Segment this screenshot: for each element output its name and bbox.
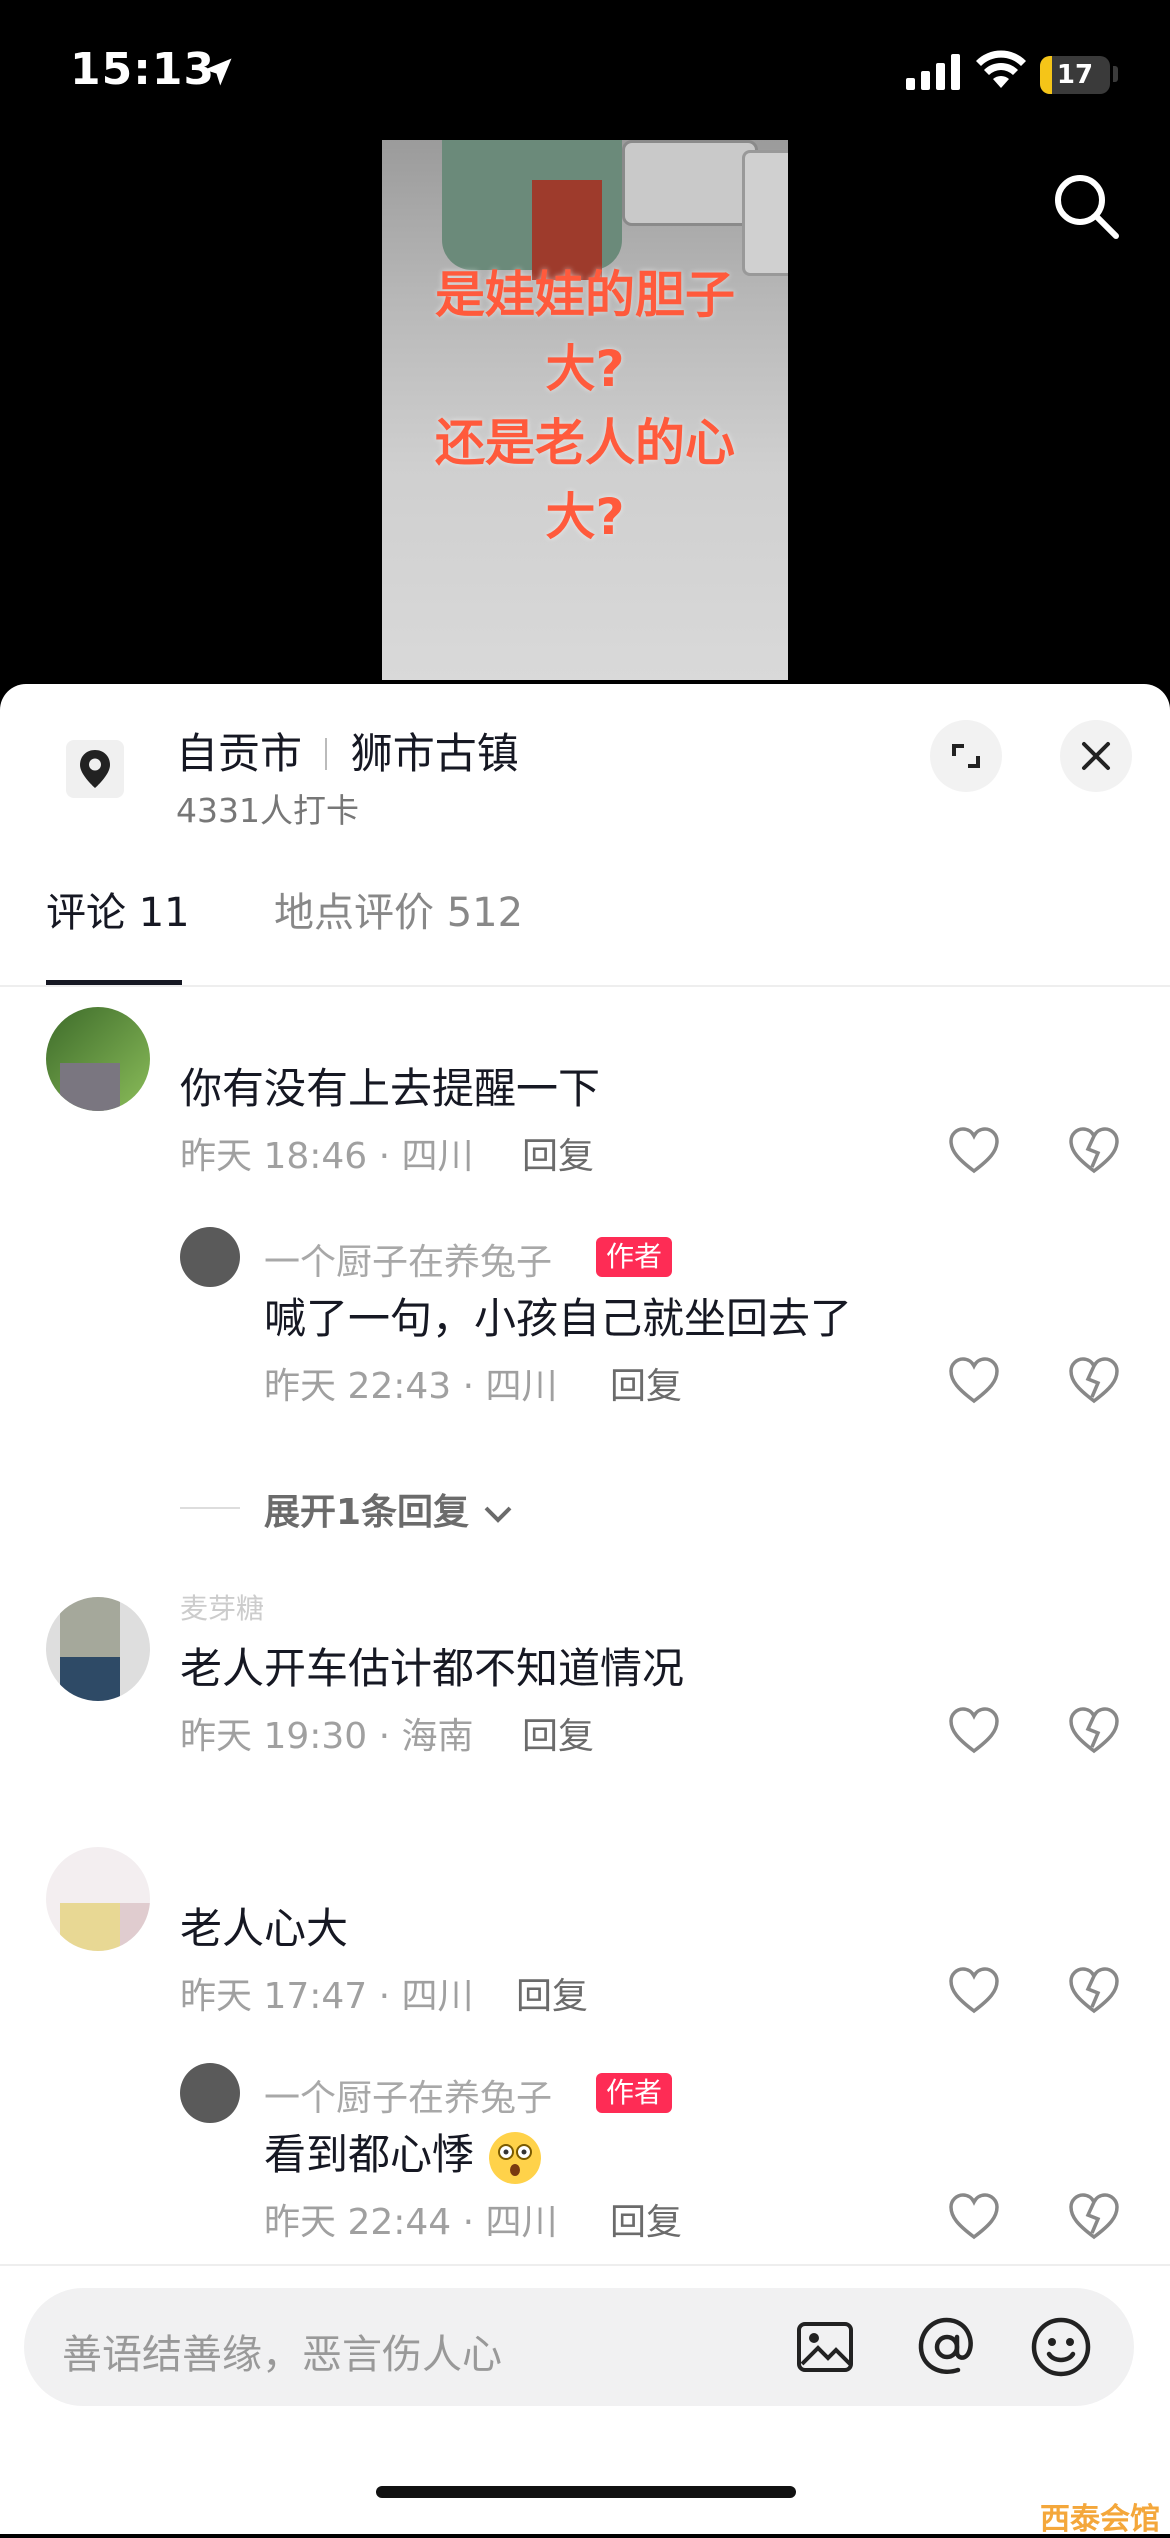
comment-text: 老人心大: [180, 1904, 349, 1953]
comment-list[interactable]: 你有没有上去提醒一下 昨天 18:46 · 四川 回复 一个厨子在养兔子 作者 …: [0, 987, 1170, 2257]
dislike-heart-icon[interactable]: [1068, 1967, 1120, 2015]
location-pin-icon: [66, 740, 124, 798]
reply-author[interactable]: 一个厨子在养兔子: [264, 2069, 552, 2121]
checkin-count: 4331人打卡: [176, 791, 359, 830]
reply-button[interactable]: 回复: [610, 1357, 682, 1409]
author-avatar[interactable]: [180, 2063, 240, 2123]
like-heart-icon[interactable]: [948, 1127, 1000, 1175]
reply-button[interactable]: 回复: [522, 1707, 594, 1759]
status-time: 15:13: [70, 44, 216, 95]
divider: [180, 1507, 240, 1509]
wifi-icon: [976, 50, 1026, 88]
comment-meta: 昨天 19:30 · 海南: [180, 1716, 474, 1757]
status-bar: 15:13 17: [0, 0, 1170, 140]
comment-text: 老人开车估计都不知道情况: [180, 1644, 685, 1693]
reply-button[interactable]: 回复: [516, 1967, 588, 2019]
tab-place-reviews[interactable]: 地点评价 512: [274, 880, 523, 938]
author-badge: 作者: [596, 1237, 673, 1277]
caption-line: 大?: [545, 488, 625, 546]
like-heart-icon[interactable]: [948, 1967, 1000, 2015]
dislike-heart-icon[interactable]: [1068, 1707, 1120, 1755]
comment-username[interactable]: 麦芽糖: [180, 1587, 264, 1627]
comment-meta: 昨天 18:46 · 四川: [180, 1136, 474, 1177]
reply-text: 喊了一句，小孩自己就坐回去了: [264, 1294, 853, 1343]
chevron-down-icon: [484, 1506, 512, 1523]
video-caption: 是娃娃的胆子 大? 还是老人的心 大?: [382, 258, 788, 554]
location-arrow-icon: [204, 58, 232, 86]
place-city: 自贡市: [176, 729, 303, 778]
comment-text: 你有没有上去提醒一下: [180, 1064, 601, 1113]
dislike-heart-icon[interactable]: [1068, 2193, 1120, 2241]
search-icon[interactable]: [1050, 170, 1122, 242]
place-spot: 狮市古镇: [350, 729, 519, 778]
author-badge: 作者: [596, 2073, 673, 2113]
dislike-heart-icon[interactable]: [1068, 1357, 1120, 1405]
caption-line: 还是老人的心: [435, 414, 735, 472]
caption-line: 大?: [545, 340, 625, 398]
expand-replies-button[interactable]: 展开1条回复: [264, 1483, 514, 1535]
avatar[interactable]: [46, 1597, 150, 1701]
image-icon[interactable]: [794, 2316, 856, 2378]
author-avatar[interactable]: [180, 1227, 240, 1287]
reply-meta: 昨天 22:44 · 四川: [264, 2202, 558, 2243]
reply-author[interactable]: 一个厨子在养兔子: [264, 1233, 552, 1285]
dislike-heart-icon[interactable]: [1068, 1127, 1120, 1175]
like-heart-icon[interactable]: [948, 1357, 1000, 1405]
video-thumbnail[interactable]: 是娃娃的胆子 大? 还是老人的心 大?: [382, 140, 788, 680]
reply-meta: 昨天 22:43 · 四川: [264, 1366, 558, 1407]
caption-line: 是娃娃的胆子: [435, 266, 735, 324]
reply-button[interactable]: 回复: [522, 1127, 594, 1179]
tab-comments[interactable]: 评论 11: [46, 880, 190, 938]
background-car: [622, 140, 758, 226]
close-button[interactable]: [1060, 720, 1132, 792]
fullscreen-button[interactable]: [930, 720, 1002, 792]
avatar[interactable]: [46, 1007, 150, 1111]
home-indicator: [376, 2486, 796, 2498]
mention-at-icon[interactable]: [914, 2314, 980, 2380]
reply-text-content: 看到都心悸: [264, 2130, 475, 2179]
shocked-emoji-icon: [489, 2131, 542, 2184]
expand-icon: [952, 744, 980, 768]
avatar[interactable]: [46, 1847, 150, 1951]
close-icon: [1082, 742, 1110, 770]
like-heart-icon[interactable]: [948, 2193, 1000, 2241]
battery-indicator: 17: [1040, 56, 1110, 94]
like-heart-icon[interactable]: [948, 1707, 1000, 1755]
expand-replies-label: 展开1条回复: [264, 1492, 470, 1533]
comment-input-placeholder: 善语结善缘，恶言伤人心: [62, 2332, 502, 2378]
comment-meta: 昨天 17:47 · 四川: [180, 1976, 474, 2017]
watermark-logo: 西泰会馆: [1040, 2502, 1160, 2537]
cellular-signal-icon: [906, 54, 960, 90]
battery-tip: [1113, 66, 1118, 82]
emoji-icon[interactable]: [1030, 2316, 1092, 2378]
reply-text: 看到都心悸: [264, 2121, 543, 2186]
reply-button[interactable]: 回复: [610, 2193, 682, 2245]
place-title[interactable]: 自贡市 狮市古镇: [176, 720, 519, 781]
comment-input[interactable]: 善语结善缘，恶言伤人心: [24, 2288, 1134, 2406]
place-separator: [325, 738, 328, 770]
comments-sheet: 自贡市 狮市古镇 4331人打卡 评论 11 地点评价 512 你有没有上去提醒…: [0, 684, 1170, 2532]
